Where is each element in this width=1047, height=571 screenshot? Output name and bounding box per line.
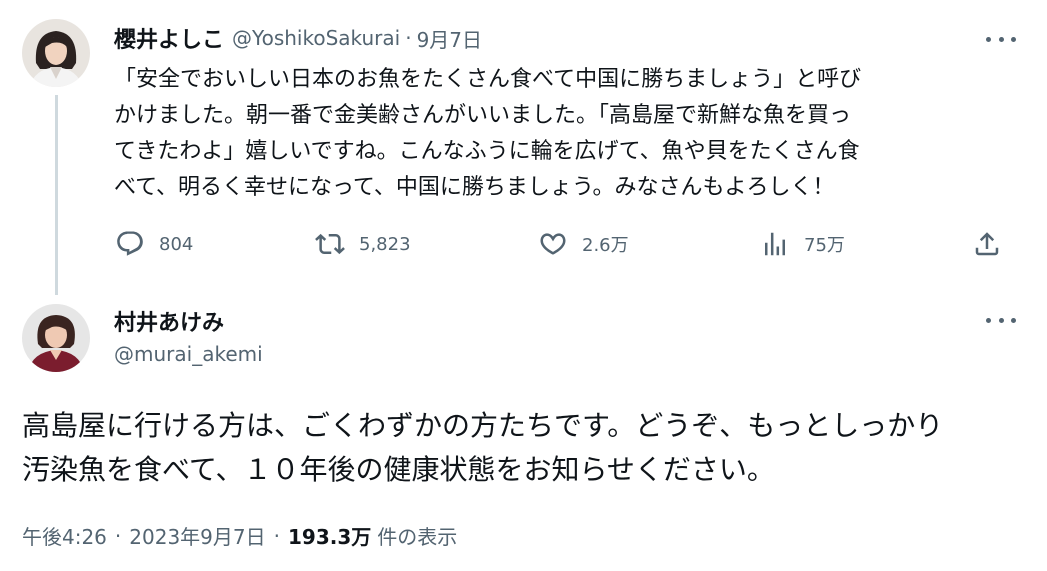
separator: · [405,26,412,50]
reply-button[interactable]: 804 [115,224,193,264]
tweet-text: 「安全でおいしい日本のお魚をたくさん食べて中国に勝ちましょう」と呼び かけました… [114,62,1024,206]
separator: · [114,523,122,548]
retweet-button[interactable]: 5,823 [315,224,411,264]
views-count: 75万 [804,235,845,256]
like-count: 2.6万 [582,235,629,256]
avatar[interactable] [22,304,90,372]
retweet-icon [315,233,345,255]
tweet-header: 櫻井よしこ @YoshikoSakurai · 9月7日 [114,20,482,56]
action-bar: 804 5,823 2.6万 75万 [110,224,1010,264]
share-button[interactable] [972,224,1002,264]
tweet-time[interactable]: 午後4:26 [22,521,107,550]
tweet-text: 高島屋に行ける方は、ごくわずかの方たちです。どうぞ、もっとしっかり 汚染魚を食べ… [22,404,1022,492]
separator: · [273,523,280,548]
reply-icon [117,231,143,256]
thread-line [55,95,58,295]
tweet-text-line: べて、明るく幸せになって、中国に勝ちましょう。みなさんもよろしく！ [114,175,835,200]
tweet-text-line: 「安全でおいしい日本のお魚をたくさん食べて中国に勝ちましょう」と呼び [114,67,862,92]
more-icon[interactable] [986,313,1016,327]
views-icon [765,232,785,256]
author-name[interactable]: 村井あけみ [114,305,224,337]
views-label: 件の表示 [377,525,458,549]
tweet-date[interactable]: 9月7日 [417,24,482,53]
tweet-date[interactable]: 2023年9月7日 [129,521,265,550]
like-button[interactable]: 2.6万 [538,224,629,264]
like-icon [540,233,566,255]
reply-count: 804 [159,233,194,255]
avatar[interactable] [22,19,90,87]
views-total: 193.3万 [288,525,372,549]
tweet-meta: 午後4:26 · 2023年9月7日 · 193.3万 件の表示 [22,521,457,550]
tweet-text-line: 汚染魚を食べて、１０年後の健康状態をお知らせください。 [22,453,775,486]
views-button[interactable]: 75万 [760,224,845,264]
tweet-text-line: かけました。朝一番で金美齢さんがいいました。「高島屋で新鮮な魚を買っ [114,103,852,128]
author-name[interactable]: 櫻井よしこ [114,22,224,54]
more-icon[interactable] [986,32,1016,46]
author-handle[interactable]: @YoshikoSakurai [232,26,400,50]
tweet-text-line: てきたわよ」嬉しいですね。こんなふうに輪を広げて、魚や貝をたくさん食 [114,139,860,164]
retweet-count: 5,823 [359,233,411,255]
author-handle[interactable]: @murai_akemi [114,342,263,366]
tweet-text-line: 高島屋に行ける方は、ごくわずかの方たちです。どうぞ、もっとしっかり [22,409,944,442]
share-icon [975,232,999,256]
